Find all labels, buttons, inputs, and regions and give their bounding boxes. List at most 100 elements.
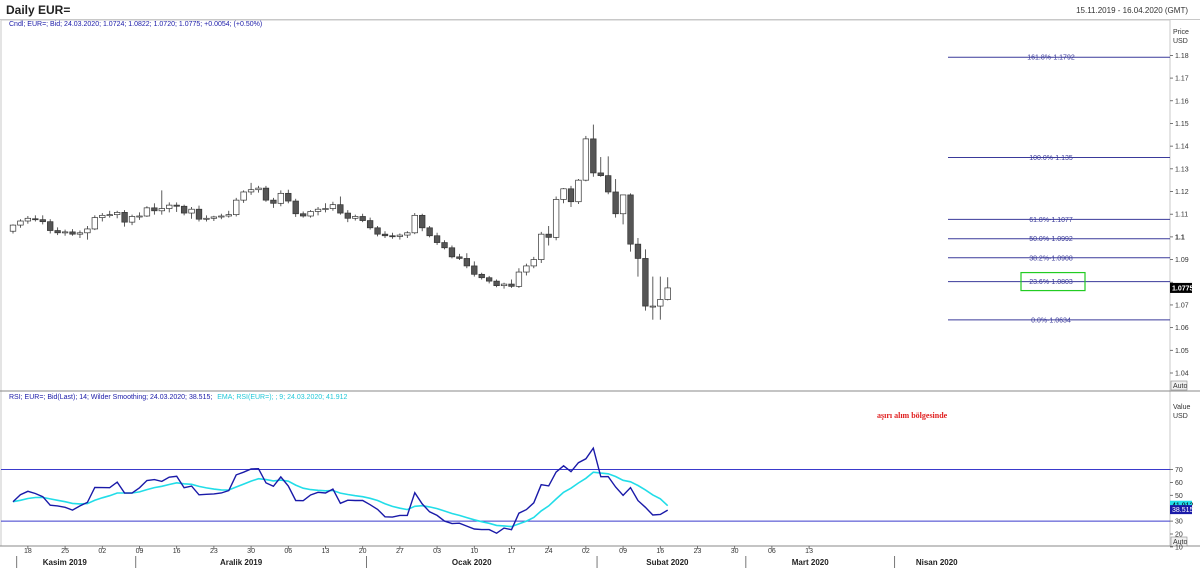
- candle-body: [575, 179, 582, 203]
- candle-body: [322, 208, 329, 210]
- x-axis-day-label: 02: [582, 548, 590, 555]
- candle-body: [523, 265, 530, 273]
- x-axis-day-label: 30: [247, 548, 255, 555]
- rsi-axis-tick-label: 60: [1175, 480, 1183, 487]
- price-axis-tick-label: 1.05: [1175, 348, 1189, 355]
- x-axis-month-label: Kasim 2019: [43, 558, 88, 567]
- candle-body: [456, 256, 463, 259]
- candle-body: [61, 231, 69, 234]
- rsi-axis-tick-label: 70: [1175, 467, 1183, 474]
- candle-body: [471, 265, 478, 275]
- price-axis-tick-label: 1.18: [1175, 53, 1189, 60]
- candle-body: [114, 212, 121, 216]
- x-axis-day-label: 16: [173, 548, 181, 555]
- fib-label: 61.8%-1.1077: [1029, 217, 1073, 224]
- x-axis-month-label: Aralik 2019: [220, 558, 263, 567]
- x-axis-day-label: 13: [322, 548, 330, 555]
- candle-body: [54, 230, 61, 234]
- candle-body: [9, 224, 17, 232]
- x-axis-day-label: 06: [284, 548, 292, 555]
- candle-body: [381, 233, 389, 237]
- x-axis-day-label: 25: [61, 548, 69, 555]
- candle-body: [300, 213, 307, 217]
- x-axis-day-label: 23: [210, 548, 218, 555]
- candle-body: [158, 208, 165, 212]
- x-axis-day-label: 18: [24, 548, 32, 555]
- x-axis-day-label: 23: [694, 548, 702, 555]
- rsi-legend-ema: EMA; RSI(EUR=); ; 9; 24.03.2020; 41.912: [217, 394, 347, 401]
- candle-body: [262, 187, 270, 201]
- candle-body: [151, 207, 158, 212]
- price-axis-tick-label: 1.12: [1175, 189, 1189, 196]
- rsi-axis-tick-label: 10: [1175, 544, 1183, 551]
- candle-body: [188, 208, 195, 214]
- price-auto-button[interactable]: Auto: [1170, 380, 1188, 391]
- candle-body: [210, 216, 218, 219]
- candle-body: [76, 232, 84, 235]
- x-axis-day-label: 02: [98, 548, 106, 555]
- price-axis-title: Price: [1173, 29, 1189, 36]
- candle-body: [545, 233, 552, 238]
- candle-body: [374, 227, 381, 235]
- candle-body: [366, 220, 374, 229]
- candle-body: [597, 172, 604, 176]
- candle-body: [605, 175, 612, 193]
- candle-body: [143, 207, 151, 217]
- x-axis-month-label: Ocak 2020: [452, 558, 492, 567]
- candle-body: [24, 217, 32, 222]
- candle-body: [486, 277, 493, 282]
- overbought-annotation: aşırı alım bölgesinde: [877, 411, 948, 420]
- candle-body: [314, 208, 322, 212]
- candle-body: [426, 227, 433, 237]
- candle-body: [344, 212, 351, 219]
- candle-body: [433, 235, 441, 243]
- x-axis-day-label: 06: [768, 548, 776, 555]
- candle-body: [419, 214, 426, 229]
- x-axis-day-label: 09: [136, 548, 144, 555]
- candle-body: [619, 194, 627, 215]
- rsi-axis-tick-label: 50: [1175, 493, 1183, 500]
- x-axis-day-label: 10: [470, 548, 478, 555]
- candle-body: [91, 217, 98, 230]
- x-axis-day-label: 03: [433, 548, 441, 555]
- candle-body: [515, 271, 523, 287]
- candle-body: [582, 138, 590, 181]
- x-axis-month-label: Subat 2020: [646, 558, 689, 567]
- price-axis-tick-label: 1.07: [1175, 302, 1189, 309]
- rsi-axis-tick-label: 20: [1175, 532, 1183, 539]
- candle-body: [233, 199, 240, 216]
- ema-line: [12, 471, 669, 528]
- x-axis-month-label: Nisan 2020: [916, 558, 958, 567]
- x-axis-day-label: 16: [656, 548, 664, 555]
- price-axis-tick-label: 1.15: [1175, 121, 1189, 128]
- candle-body: [240, 191, 247, 201]
- candle-body: [538, 233, 545, 260]
- rsi-line: [12, 446, 669, 535]
- candle-body: [411, 214, 418, 234]
- rsi-axis-tick-label: 30: [1175, 519, 1183, 526]
- candle-body: [128, 216, 136, 223]
- candle-body: [218, 215, 225, 218]
- candle-body: [270, 199, 277, 204]
- candle-body: [560, 188, 567, 200]
- candle-body: [396, 234, 404, 237]
- candle-body: [590, 138, 597, 174]
- candle-body: [508, 283, 515, 287]
- rsi-value-label: 38.515: [1172, 507, 1194, 514]
- price-axis-tick-label: 1.04: [1175, 371, 1189, 378]
- candle-body: [329, 204, 337, 209]
- price-auto-label: Auto: [1173, 383, 1188, 390]
- candle-body: [448, 247, 456, 258]
- candle-body: [121, 212, 128, 223]
- candle-body: [99, 214, 106, 218]
- price-legend: Cndl; EUR=; Bid; 24.03.2020; 1.0724; 1.0…: [9, 21, 262, 28]
- rsi-legend: RSI; EUR=; Bid(Last); 14; Wilder Smoothi…: [9, 394, 348, 401]
- candle-body: [17, 220, 24, 226]
- candle-body: [136, 215, 143, 218]
- price-axis-unit: USD: [1173, 38, 1188, 45]
- x-axis-day-label: 20: [359, 548, 367, 555]
- x-axis-day-label: 30: [731, 548, 739, 555]
- candle-body: [173, 204, 180, 207]
- candle-body: [389, 235, 396, 238]
- candle-body: [195, 208, 203, 220]
